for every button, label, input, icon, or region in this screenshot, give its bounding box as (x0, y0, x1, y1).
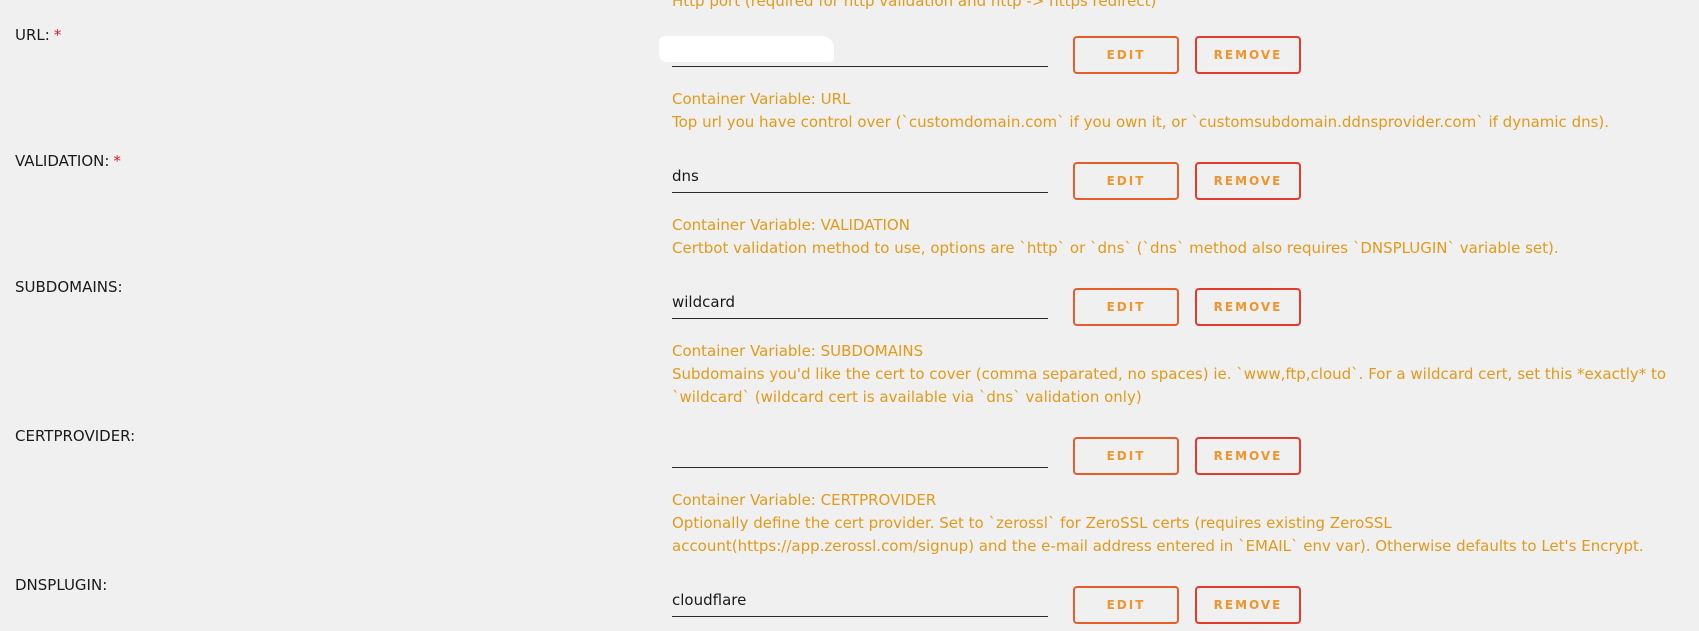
variable-label: VALIDATION: * (15, 152, 121, 170)
description-text: Optionally define the cert provider. Set… (672, 514, 1644, 555)
container-variable-name: Container Variable: VALIDATION (672, 216, 910, 234)
dnsplugin-input[interactable]: cloudflare (672, 583, 1048, 617)
edit-button[interactable]: EDIT (1073, 586, 1179, 624)
variable-description: Container Variable: SUBDOMAINS Subdomain… (672, 340, 1682, 409)
edit-button[interactable]: EDIT (1073, 162, 1179, 200)
certprovider-input[interactable] (672, 434, 1048, 468)
variable-label: URL: * (15, 26, 61, 44)
container-variable-name: Container Variable: SUBDOMAINS (672, 342, 924, 360)
variable-label-text: URL: (15, 26, 50, 44)
variable-label: DNSPLUGIN: (15, 576, 107, 594)
variable-label: SUBDOMAINS: (15, 278, 123, 296)
url-input[interactable] (659, 33, 1048, 67)
variable-description: Container Variable: CERTPROVIDER Optiona… (672, 489, 1682, 558)
variable-label-text: CERTPROVIDER: (15, 427, 136, 445)
variable-description: Container Variable: URL Top url you have… (672, 88, 1682, 134)
description-text: Top url you have control over (`customdo… (672, 113, 1610, 131)
remove-button[interactable]: REMOVE (1195, 162, 1301, 200)
description-text: Subdomains you'd like the cert to cover … (672, 365, 1667, 406)
subdomains-input[interactable]: wildcard (672, 285, 1048, 319)
remove-button[interactable]: REMOVE (1195, 586, 1301, 624)
variable-label: CERTPROVIDER: (15, 427, 135, 445)
variable-description: Container Variable: VALIDATION Certbot v… (672, 214, 1682, 260)
remove-button[interactable]: REMOVE (1195, 36, 1301, 74)
validation-input[interactable]: dns (672, 159, 1048, 193)
required-marker: * (113, 152, 121, 170)
description-text: Certbot validation method to use, option… (672, 239, 1559, 257)
edit-button[interactable]: EDIT (1073, 36, 1179, 74)
input-value: wildcard (672, 293, 735, 311)
variable-label-text: DNSPLUGIN: (15, 576, 108, 594)
remove-button[interactable]: REMOVE (1195, 437, 1301, 475)
container-variable-name: Container Variable: URL (672, 90, 851, 108)
variable-label-text: VALIDATION: (15, 152, 110, 170)
required-marker: * (53, 26, 62, 44)
remove-button[interactable]: REMOVE (1195, 288, 1301, 326)
redacted-value (659, 36, 834, 62)
input-value: cloudflare (672, 591, 747, 609)
edit-button[interactable]: EDIT (1073, 288, 1179, 326)
variable-label-text: SUBDOMAINS: (15, 278, 123, 296)
edit-button[interactable]: EDIT (1073, 437, 1179, 475)
previous-variable-description: Http port (required for http validation … (672, 0, 1157, 10)
container-variable-name: Container Variable: CERTPROVIDER (672, 491, 937, 509)
input-value: dns (672, 167, 699, 185)
